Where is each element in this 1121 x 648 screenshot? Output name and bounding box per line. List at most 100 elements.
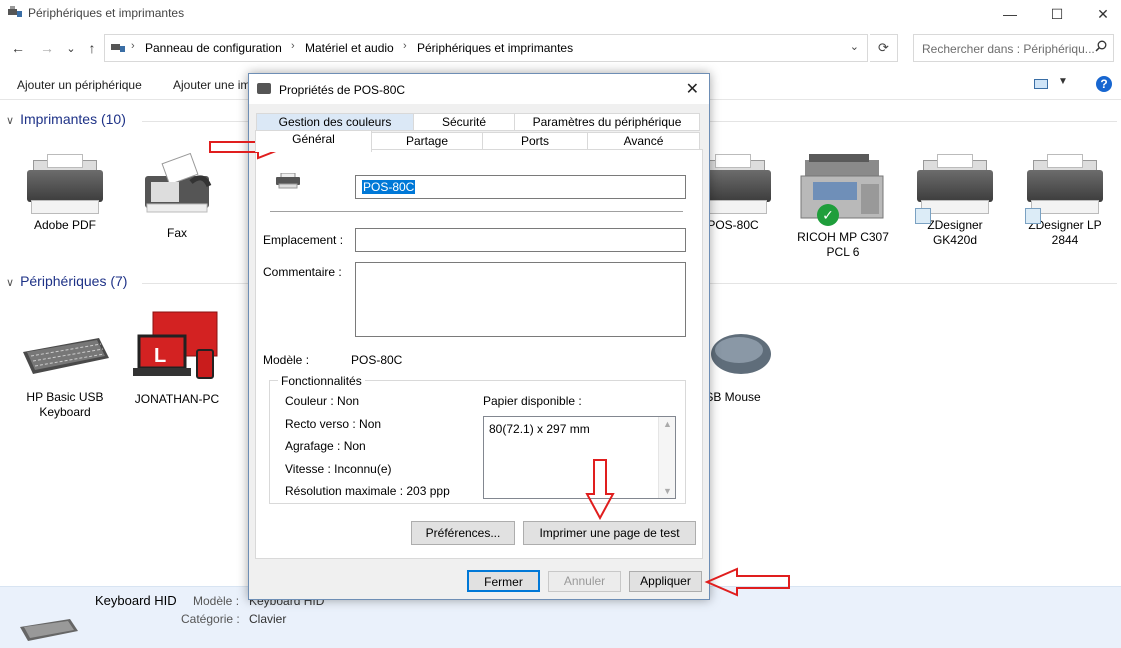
location-input[interactable] xyxy=(355,228,686,252)
printers-section-title: Imprimantes (10) xyxy=(20,111,126,127)
search-input[interactable]: Rechercher dans : Périphériqu... xyxy=(913,34,1114,62)
device-label: HP Basic USB xyxy=(26,390,104,404)
paper-available-label: Papier disponible : xyxy=(483,394,582,408)
paper-list-item[interactable]: 80(72.1) x 297 mm xyxy=(489,422,590,436)
breadcrumb-hardware-sound[interactable]: Matériel et audio xyxy=(305,41,394,55)
search-placeholder: Rechercher dans : Périphériqu... xyxy=(922,42,1095,56)
close-icon[interactable]: ✕ xyxy=(686,79,699,99)
shared-user-icon xyxy=(1025,208,1041,224)
devices-section-header[interactable]: ∨ Périphériques (7) xyxy=(6,273,127,289)
window-title: Périphériques et imprimantes xyxy=(28,6,185,20)
device-label-line2: 2844 xyxy=(1051,233,1079,247)
selected-device-name: Keyboard HID xyxy=(95,593,177,608)
model-value: POS-80C xyxy=(351,353,403,367)
comment-textarea[interactable] xyxy=(355,262,686,337)
printer-icon xyxy=(915,152,995,224)
paper-listbox[interactable]: 80(72.1) x 297 mm ▲ ▼ xyxy=(483,416,676,499)
change-view-icon[interactable] xyxy=(1034,79,1048,89)
collapse-chevron-icon: ∨ xyxy=(6,115,15,127)
maximize-button[interactable]: ☐ xyxy=(1034,0,1080,28)
general-tab-panel: POS-80C Emplacement : Commentaire : Modè… xyxy=(255,149,703,559)
control-panel-icon xyxy=(111,41,125,53)
breadcrumb-separator: › xyxy=(403,40,407,52)
breadcrumb-control-panel[interactable]: Panneau de configuration xyxy=(145,41,282,55)
default-printer-check-icon: ✓ xyxy=(817,204,839,226)
printer-zdesigner-lp2844[interactable]: ZDesigner LP 2844 xyxy=(1010,152,1120,248)
computer-icon: L xyxy=(131,310,223,384)
keyboard-icon xyxy=(19,330,111,382)
devices-section-title: Périphériques (7) xyxy=(20,273,128,289)
help-icon[interactable]: ? xyxy=(1096,76,1112,92)
address-bar[interactable]: › Panneau de configuration › Matériel et… xyxy=(104,34,868,62)
view-options-caret-icon[interactable]: ▼ xyxy=(1058,76,1068,87)
printer-fax[interactable]: Fax xyxy=(122,152,232,241)
forward-arrow-icon[interactable]: → xyxy=(38,38,56,58)
close-ok-button[interactable]: Fermer xyxy=(467,570,540,592)
scroll-up-icon[interactable]: ▲ xyxy=(663,419,672,429)
breadcrumb-devices-printers[interactable]: Périphériques et imprimantes xyxy=(417,41,573,55)
feature-color: Couleur : Non xyxy=(285,394,360,408)
scroll-down-icon[interactable]: ▼ xyxy=(663,486,672,496)
device-label: JONATHAN-PC xyxy=(134,392,220,406)
category-value: Clavier xyxy=(249,612,287,626)
model-label: Modèle : xyxy=(193,594,240,608)
apply-button[interactable]: Appliquer xyxy=(629,571,702,592)
divider xyxy=(270,211,683,212)
multifunction-printer-icon: ✓ xyxy=(795,152,891,226)
feature-duplex: Recto verso : Non xyxy=(285,417,382,431)
refresh-icon[interactable]: ⟳ xyxy=(870,34,898,62)
tab-color-management[interactable]: Gestion des couleurs xyxy=(256,113,414,131)
tab-security[interactable]: Sécurité xyxy=(413,113,515,131)
feature-resolution: Résolution maximale : 203 ppp xyxy=(285,484,450,498)
printer-zdesigner-gk420d[interactable]: ZDesigner GK420d xyxy=(900,152,1010,248)
feature-staple: Agrafage : Non xyxy=(285,439,366,453)
breadcrumb-separator: › xyxy=(291,40,295,52)
category-label: Catégorie : xyxy=(181,612,240,626)
add-printer-button[interactable]: Ajouter une im xyxy=(173,78,250,92)
printers-section-header[interactable]: ∨ Imprimantes (10) xyxy=(6,111,126,127)
devices-printers-icon xyxy=(8,6,22,18)
device-jonathan-pc[interactable]: L JONATHAN-PC xyxy=(122,310,232,407)
print-test-page-button[interactable]: Imprimer une page de test xyxy=(523,521,696,545)
device-hp-keyboard[interactable]: HP Basic USB Keyboard xyxy=(10,330,120,420)
breadcrumb-separator: › xyxy=(131,40,135,52)
svg-text:L: L xyxy=(154,345,166,367)
device-label: Fax xyxy=(166,226,187,240)
cancel-button[interactable]: Annuler xyxy=(548,571,621,592)
features-legend: Fonctionnalités xyxy=(278,374,365,388)
feature-speed: Vitesse : Inconnu(e) xyxy=(285,462,392,476)
printer-icon xyxy=(257,83,271,94)
features-group: Fonctionnalités Couleur : Non Recto vers… xyxy=(269,374,686,504)
close-window-button[interactable]: ✕ xyxy=(1080,0,1121,28)
add-device-button[interactable]: Ajouter un périphérique xyxy=(17,78,142,92)
tab-device-settings[interactable]: Paramètres du périphérique xyxy=(514,113,700,131)
search-icon[interactable] xyxy=(1095,40,1107,55)
printer-name-input[interactable]: POS-80C xyxy=(355,175,686,199)
comment-label: Commentaire : xyxy=(263,265,342,279)
address-dropdown-chevron-icon[interactable]: ⌄ xyxy=(850,40,859,53)
keyboard-icon xyxy=(18,617,80,643)
printer-ricoh[interactable]: ✓ RICOH MP C307 PCL 6 xyxy=(788,152,898,260)
back-arrow-icon[interactable]: ← xyxy=(9,38,27,58)
printer-adobe-pdf[interactable]: Adobe PDF xyxy=(10,152,120,233)
tab-general[interactable]: Général xyxy=(255,130,372,152)
device-label-line2: GK420d xyxy=(932,233,978,247)
minimize-button[interactable]: — xyxy=(987,0,1033,28)
up-arrow-icon[interactable]: ↑ xyxy=(83,38,101,58)
printer-icon xyxy=(276,172,300,189)
recent-locations-chevron-icon[interactable]: ⌄ xyxy=(62,38,80,58)
device-label-line2: PCL 6 xyxy=(826,245,860,259)
preferences-button[interactable]: Préférences... xyxy=(411,521,515,545)
printer-properties-dialog: Propriétés de POS-80C ✕ Gestion des coul… xyxy=(248,73,710,600)
listbox-scrollbar[interactable]: ▲ ▼ xyxy=(658,417,675,498)
collapse-chevron-icon: ∨ xyxy=(6,277,15,289)
tab-sharing[interactable]: Partage xyxy=(371,132,483,150)
device-label: RICOH MP C307 xyxy=(797,230,889,244)
device-label: Adobe PDF xyxy=(33,218,97,232)
tab-advanced[interactable]: Avancé xyxy=(587,132,700,150)
printer-icon xyxy=(1025,152,1105,224)
annotation-arrow-left-icon xyxy=(704,567,790,597)
shared-user-icon xyxy=(915,208,931,224)
dialog-titlebar: Propriétés de POS-80C ✕ xyxy=(249,74,709,104)
tab-ports[interactable]: Ports xyxy=(482,132,588,150)
